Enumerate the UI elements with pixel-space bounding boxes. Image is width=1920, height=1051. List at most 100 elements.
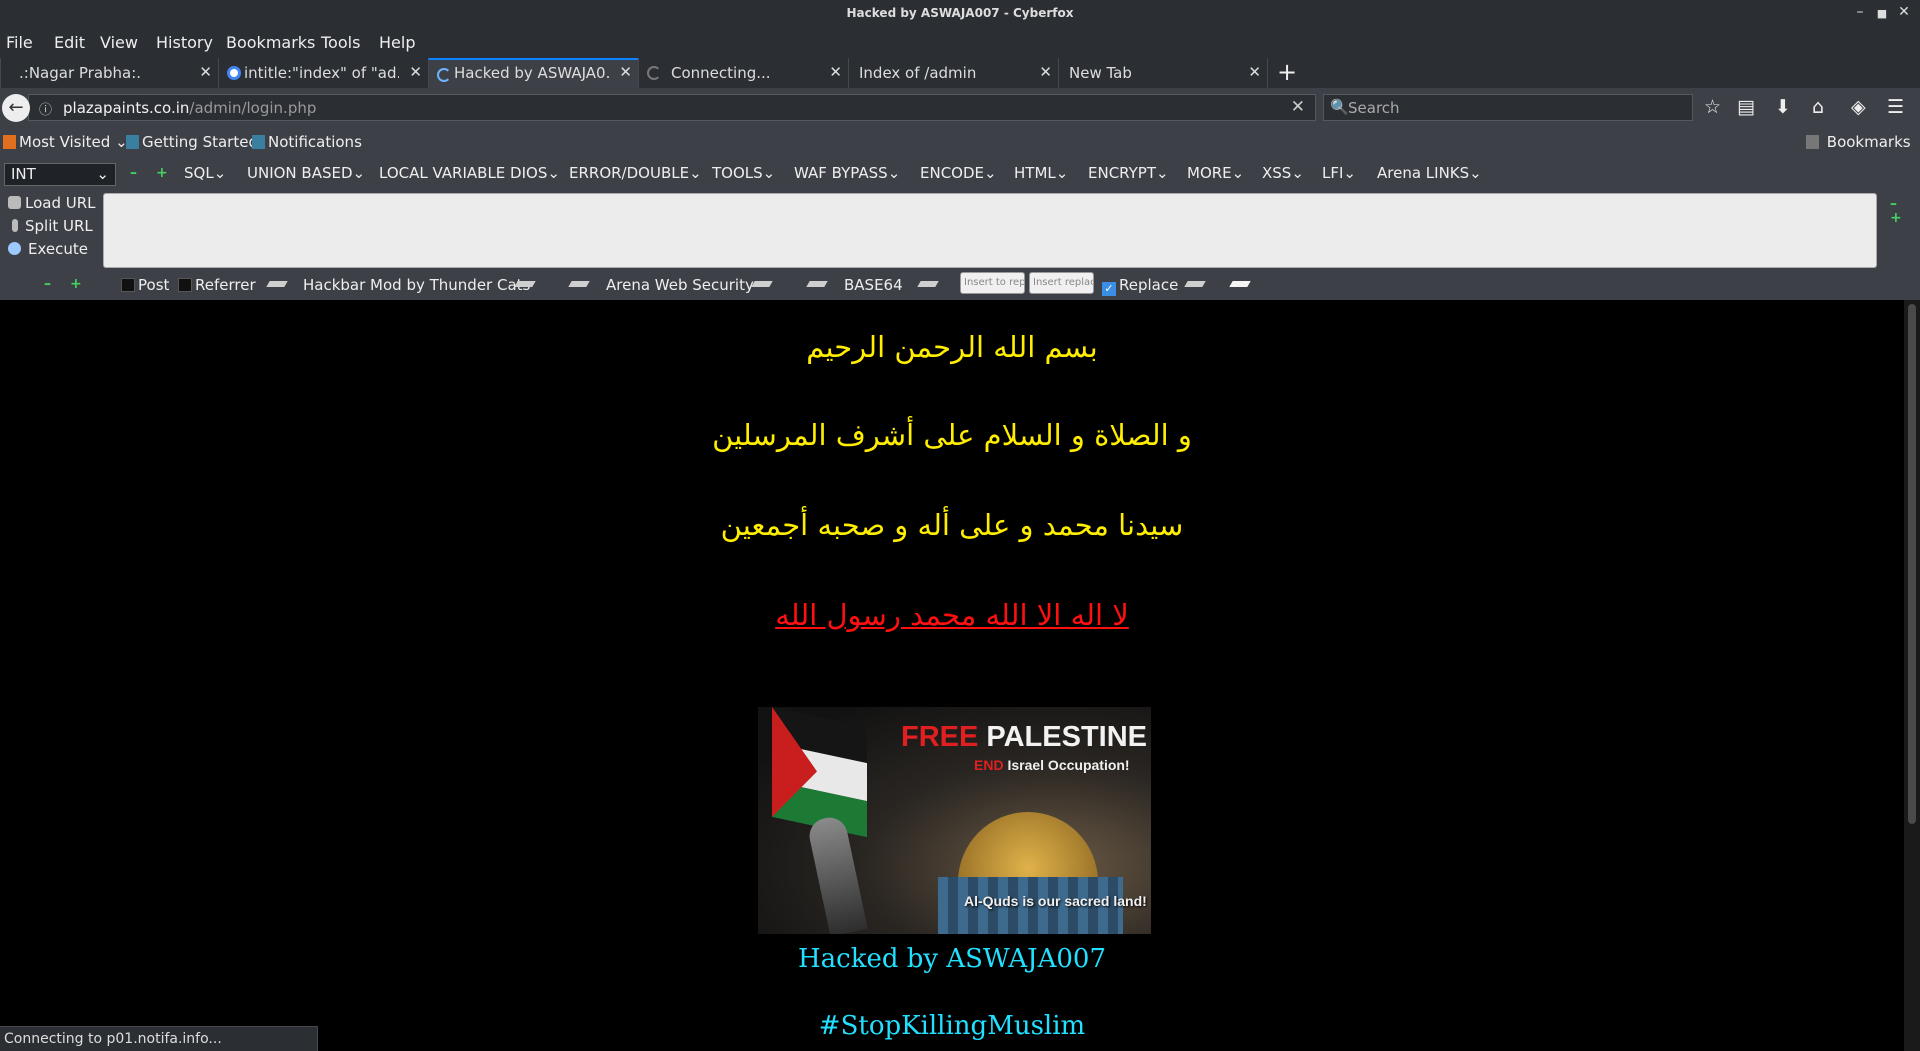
new-tab-button[interactable]: + [1277, 58, 1297, 86]
menu-local-variable-dios[interactable]: LOCAL VARIABLE DIOS⌄ [379, 164, 560, 182]
menu-tools[interactable]: Tools [321, 33, 360, 52]
tab-close-icon[interactable]: ✕ [1248, 63, 1261, 81]
back-button[interactable]: ← [2, 94, 30, 122]
hackbar-menu-label: ENCRYPT [1088, 164, 1157, 182]
page-scrollbar[interactable] [1904, 300, 1920, 1051]
increment-icon[interactable]: + [1890, 210, 1902, 226]
tab-new-tab[interactable]: New Tab ✕ [1058, 58, 1268, 88]
bookmark-notifications[interactable]: Notifications [252, 133, 362, 151]
menu-bookmarks[interactable]: Bookmarks [226, 33, 315, 52]
tab-index-of-admin[interactable]: Index of /admin ✕ [848, 58, 1058, 88]
menu-help[interactable]: Help [379, 33, 415, 52]
bookmarks-toolbar: Most Visited ⌄ Getting Started Notificat… [0, 128, 1920, 158]
menu-error-double[interactable]: ERROR/DOUBLE⌄ [569, 164, 702, 182]
tab-nagar-prabha[interactable]: .:Nagar Prabha:. ✕ [0, 58, 218, 88]
arabic-sayyidina: سيدنا محمد و على أله و صحبه أجمعين [720, 508, 1184, 542]
scrollbar-thumb[interactable] [1908, 304, 1916, 824]
navigation-bar: ⓘ plazapaints.co.in/admin/login.php ✕ ← … [0, 88, 1920, 128]
post-checkbox[interactable]: Post [121, 276, 169, 294]
option-label: Replace [1119, 276, 1179, 294]
tab-close-icon[interactable]: ✕ [829, 63, 842, 81]
base64-label[interactable]: BASE64 [844, 276, 903, 294]
hackbar-textarea[interactable] [103, 193, 1877, 268]
hackbar-menu-label: MORE [1187, 164, 1232, 182]
page-icon [252, 135, 265, 149]
tab-close-icon[interactable]: ✕ [619, 63, 632, 81]
decrement-icon[interactable]: – [44, 276, 51, 292]
maximize-icon[interactable]: ■ [1872, 7, 1892, 20]
load-url-button[interactable]: Load URL [8, 194, 96, 212]
tab-label: .:Nagar Prabha:. [19, 64, 142, 82]
arabic-salawat: و الصلاة و السلام على أشرف المرسلين [712, 418, 1192, 452]
menu-file[interactable]: File [6, 33, 33, 52]
split-url-button[interactable]: Split URL [8, 217, 93, 235]
menu-tools[interactable]: TOOLS⌄ [712, 164, 775, 182]
tab-google-search[interactable]: intitle:"index" of "ad... ✕ [218, 58, 428, 88]
hackbar-menu-label: Arena LINKS [1377, 164, 1470, 182]
menu-arena-links[interactable]: Arena LINKS⌄ [1377, 164, 1482, 182]
menu-xss[interactable]: XSS⌄ [1262, 164, 1304, 182]
tab-connecting[interactable]: Connecting... ✕ [638, 58, 848, 88]
close-window-icon[interactable]: ✕ [1894, 4, 1914, 20]
search-placeholder: Search [1348, 99, 1400, 117]
bookmark-getting-started[interactable]: Getting Started [126, 133, 258, 151]
divider-slash [1229, 281, 1251, 287]
tab-close-icon[interactable]: ✕ [1039, 63, 1052, 81]
downloads-icon[interactable]: ⬇ [1775, 96, 1791, 118]
minimize-icon[interactable]: – [1850, 4, 1870, 20]
increment-icon[interactable]: + [156, 165, 168, 181]
pocket-icon[interactable]: ◈ [1851, 96, 1866, 118]
bookmarks-menu[interactable]: Bookmarks [1806, 133, 1911, 151]
referrer-checkbox[interactable]: Referrer [178, 276, 256, 294]
increment-icon[interactable]: + [70, 276, 82, 292]
type-select[interactable]: INT ⌄ [4, 163, 116, 186]
execute-button[interactable]: Execute [8, 240, 88, 258]
site-info-icon[interactable]: ⓘ [39, 99, 52, 118]
arabic-shahada-link[interactable]: لا اله الا الله محمد رسول الله [0, 598, 1904, 632]
insert-to-replace-button[interactable]: Insert to repl [960, 272, 1025, 294]
url-bar[interactable]: ⓘ plazapaints.co.in/admin/login.php ✕ [28, 94, 1316, 121]
credit-thunder-cats: Hackbar Mod by Thunder Cats [303, 276, 531, 294]
menu-view[interactable]: View [100, 33, 138, 52]
url-text: plazapaints.co.in/admin/login.php [63, 99, 316, 117]
bookmark-label: Notifications [268, 133, 362, 151]
menu-html[interactable]: HTML⌄ [1014, 164, 1068, 182]
status-bar: Connecting to p01.notifa.info... [0, 1026, 318, 1051]
insert-replacing-button[interactable]: Insert replaci [1029, 272, 1094, 294]
hackbar-panel: INT ⌄ – + SQL⌄ UNION BASED⌄ LOCAL VARIABL… [0, 158, 1920, 300]
tab-close-icon[interactable]: ✕ [199, 63, 212, 81]
search-bar[interactable]: 🔍 Search [1323, 94, 1693, 121]
menu-history[interactable]: History [156, 33, 213, 52]
checkbox[interactable] [121, 278, 135, 292]
replace-checkbox[interactable]: ✓ Replace [1102, 276, 1178, 296]
divider-slash [917, 281, 939, 287]
home-icon[interactable]: ⌂ [1812, 96, 1824, 118]
bookmark-most-visited[interactable]: Most Visited ⌄ [3, 133, 128, 151]
credit-arena-web-security: Arena Web Security [606, 276, 754, 294]
tab-hacked-active[interactable]: Hacked by ASWAJA0... ✕ [428, 58, 638, 88]
stop-loading-icon[interactable]: ✕ [1291, 97, 1305, 117]
divider-slash [1184, 281, 1206, 287]
menu-sql[interactable]: SQL⌄ [184, 164, 226, 182]
tab-label: Connecting... [671, 64, 771, 82]
url-host: plazapaints.co.in [63, 99, 190, 117]
menu-more[interactable]: MORE⌄ [1187, 164, 1244, 182]
hackbar-menu-label: SQL [184, 164, 214, 182]
tab-label: Index of /admin [859, 64, 977, 82]
hackbar-menu-label: HTML [1014, 164, 1056, 182]
hackbar-menu-label: XSS [1262, 164, 1292, 182]
chevron-down-icon: ⌄ [96, 165, 109, 183]
menu-encrypt[interactable]: ENCRYPT⌄ [1088, 164, 1169, 182]
menu-encode[interactable]: ENCODE⌄ [920, 164, 997, 182]
menu-lfi[interactable]: LFI⌄ [1322, 164, 1356, 182]
menu-union-based[interactable]: UNION BASED⌄ [247, 164, 365, 182]
checkbox-checked[interactable]: ✓ [1102, 282, 1116, 296]
reading-list-icon[interactable]: ▤ [1737, 96, 1755, 118]
bookmark-star-icon[interactable]: ☆ [1704, 96, 1721, 118]
hamburger-menu-icon[interactable]: ☰ [1887, 96, 1904, 118]
tab-close-icon[interactable]: ✕ [409, 63, 422, 81]
checkbox[interactable] [178, 278, 192, 292]
decrement-icon[interactable]: – [130, 165, 137, 181]
menu-edit[interactable]: Edit [54, 33, 85, 52]
menu-waf-bypass[interactable]: WAF BYPASS⌄ [794, 164, 900, 182]
